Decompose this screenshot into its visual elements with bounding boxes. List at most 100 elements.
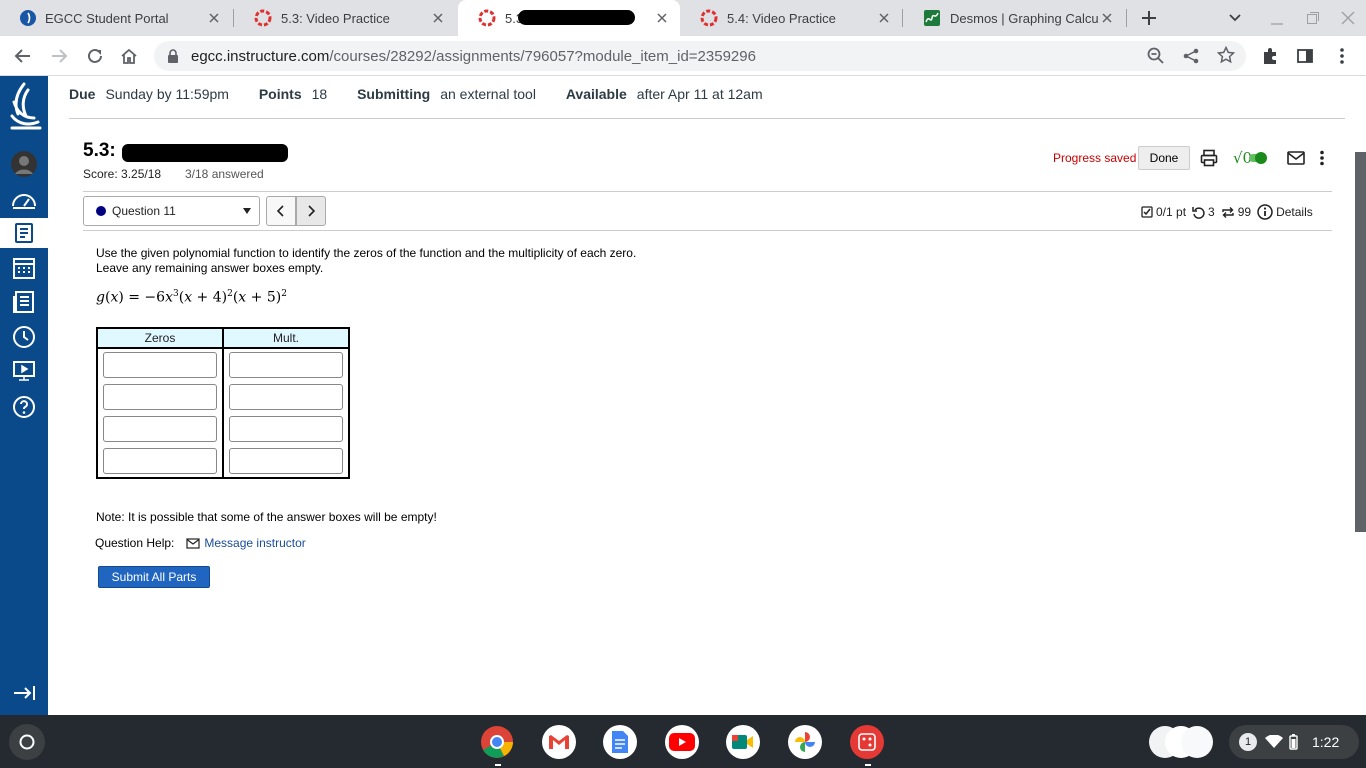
history-clock-icon[interactable] [10,323,38,351]
assignment-title: 5.3: [83,140,116,161]
zeros-multiplicity-table: Zeros Mult. [96,327,350,479]
restore-icon[interactable] [1301,6,1325,30]
info-icon [1257,204,1276,220]
url-host: egcc.instructure.com [191,48,330,65]
next-question-button[interactable] [296,196,326,226]
courses-icon[interactable] [0,218,48,248]
due-value: Sunday by 11:59pm [105,86,229,102]
divider [69,118,1345,119]
battery-icon [1289,734,1298,750]
reload-icon[interactable] [83,44,107,68]
submit-all-parts-button[interactable]: Submit All Parts [98,566,210,588]
new-tab-icon[interactable] [1137,6,1161,30]
dashboard-icon[interactable] [10,186,38,214]
zero-input-1[interactable] [103,352,217,378]
print-icon[interactable] [1200,149,1218,167]
points-value: 0/1 pt [1156,205,1187,219]
details-link[interactable]: Details [1257,204,1313,220]
done-button[interactable]: Done [1138,146,1190,170]
envelope-icon [186,537,200,549]
redaction-bar [518,10,635,25]
extensions-puzzle-icon[interactable] [1258,44,1282,68]
more-options-icon[interactable] [1319,150,1325,166]
math-entry-toggle[interactable]: √0 [1233,148,1269,168]
tab-title: Desmos | Graphing Calcul [950,10,1099,26]
zero-input-3[interactable] [103,416,217,442]
phone-hub-icon[interactable] [1145,725,1217,759]
zero-input-4[interactable] [103,448,217,474]
chrome-menu-icon[interactable] [1330,44,1354,68]
available-value: after Apr 11 at 12am [636,86,763,102]
address-bar[interactable]: egcc.instructure.com/courses/28292/assig… [154,41,1246,71]
tab-title: 5.3: Video Practice [281,10,390,26]
question-select[interactable]: Question 11 [83,196,260,226]
retry-icon [1192,206,1208,219]
multiplicity-input-3[interactable] [229,416,343,442]
bookmark-star-icon[interactable] [1217,46,1235,64]
tab-desmos[interactable]: Desmos | Graphing Calcul [903,0,1125,36]
forward-arrow-icon[interactable] [47,44,71,68]
back-arrow-icon[interactable] [11,44,35,68]
points-value: 18 [311,86,328,102]
gmail-app-icon[interactable] [542,725,576,759]
collapse-nav-icon[interactable] [10,679,38,707]
chrome-app-icon[interactable] [480,725,514,759]
previous-question-button[interactable] [266,196,296,226]
help-icon[interactable] [10,393,38,421]
url-text: egcc.instructure.com/courses/28292/assig… [191,48,756,65]
calendar-icon[interactable] [10,254,38,282]
retries-info: 3 [1192,205,1215,219]
tab-egcc-portal[interactable]: EGCC Student Portal [0,0,232,36]
canvas-global-nav [0,76,48,715]
status-tray[interactable]: 1 1:22 [1229,725,1359,759]
account-avatar[interactable] [10,150,38,178]
egcc-icon [20,10,36,26]
youtube-app-icon[interactable] [665,725,699,759]
divider [83,191,1332,192]
desmos-icon [923,9,941,27]
institution-logo-icon[interactable] [6,82,42,140]
running-indicator [495,764,501,766]
share-icon[interactable] [1182,47,1200,65]
multiplicity-input-2[interactable] [229,384,343,410]
score-text: Score: 3.25/18 [83,167,162,181]
browser-tab-strip: EGCC Student Portal 5.3: Video Practice … [0,0,1366,36]
close-icon[interactable] [430,10,446,26]
prompt-line-2: Leave any remaining answer boxes empty. [96,261,324,275]
zero-input-2[interactable] [103,384,217,410]
multiplicity-input-4[interactable] [229,448,343,474]
meet-app-icon[interactable] [726,725,760,759]
side-panel-icon[interactable] [1293,44,1317,68]
details-label: Details [1276,205,1313,219]
browser-toolbar: egcc.instructure.com/courses/28292/assig… [0,36,1366,76]
message-instructor-link[interactable]: Message instructor [204,536,305,550]
zoom-icon[interactable] [1147,47,1165,65]
close-icon[interactable] [206,10,222,26]
docs-app-icon[interactable] [603,725,637,759]
minimize-icon[interactable] [1265,6,1289,30]
dice-app-icon[interactable] [850,725,884,759]
home-icon[interactable] [117,44,141,68]
close-icon[interactable] [876,10,892,26]
launcher-icon[interactable] [9,724,45,760]
question-select-value: Question 11 [112,204,176,218]
photos-app-icon[interactable] [788,725,822,759]
multiplicity-header: Mult. [222,327,350,349]
note-text: Note: It is possible that some of the an… [96,510,437,524]
studio-icon[interactable] [10,357,38,385]
scrollbar[interactable] [1355,152,1366,532]
tab-title: EGCC Student Portal [45,10,169,26]
close-icon[interactable] [1099,10,1115,26]
tab-video-practice-53[interactable]: 5.3: Video Practice [234,0,456,36]
email-icon[interactable] [1287,151,1305,165]
repeat-icon [1221,206,1238,219]
inbox-icon[interactable] [10,288,38,316]
tab-search-chevron-icon[interactable] [1223,6,1247,30]
close-icon[interactable] [654,10,670,26]
status-dot-icon [96,206,106,216]
tab-video-practice-54[interactable]: 5.4: Video Practice [680,0,902,36]
window-close-icon[interactable] [1336,6,1360,30]
multiplicity-input-1[interactable] [229,352,343,378]
attempts-info: 99 [1221,205,1251,219]
points-label: Points [258,86,302,102]
